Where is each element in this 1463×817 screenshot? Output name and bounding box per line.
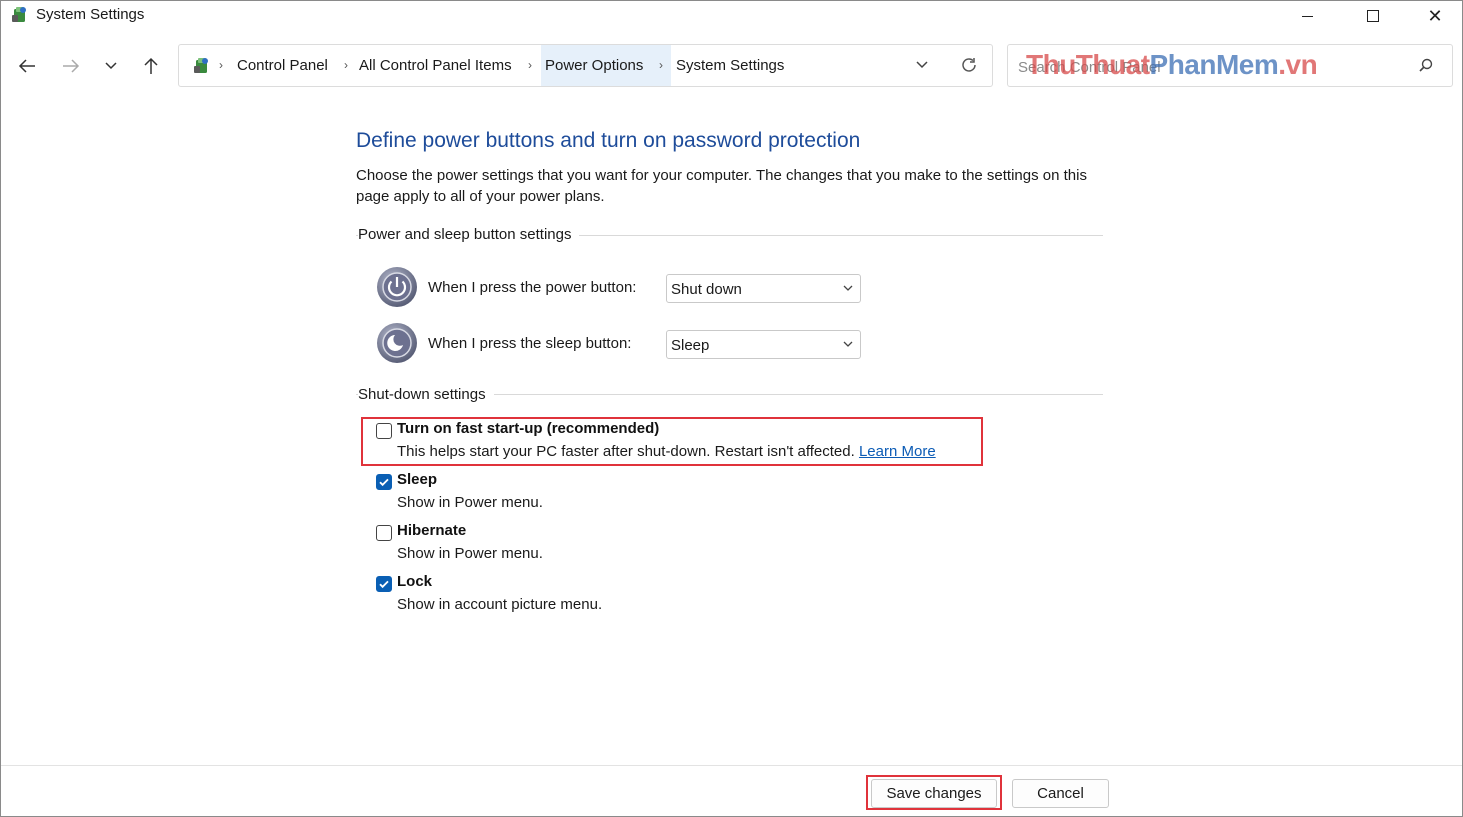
chevron-right-icon: › bbox=[219, 58, 223, 72]
up-button[interactable] bbox=[137, 52, 165, 80]
sleep-button-label: When I press the sleep button: bbox=[428, 335, 631, 352]
search-icon bbox=[1418, 57, 1434, 73]
chevron-right-icon: › bbox=[344, 58, 348, 72]
sleep-checkbox[interactable] bbox=[376, 474, 392, 490]
maximize-button[interactable] bbox=[1350, 1, 1396, 31]
lock-checkbox[interactable] bbox=[376, 576, 392, 592]
chevron-down-icon[interactable] bbox=[914, 56, 930, 72]
sleep-button-select[interactable]: Sleep bbox=[666, 330, 861, 359]
maximize-icon bbox=[1367, 10, 1379, 22]
chevron-down-icon bbox=[104, 61, 118, 71]
fast-startup-title: Turn on fast start-up (recommended) bbox=[397, 420, 659, 437]
minimize-icon bbox=[1302, 16, 1313, 17]
recent-locations-button[interactable] bbox=[97, 52, 125, 80]
hibernate-checkbox[interactable] bbox=[376, 525, 392, 541]
close-icon: ✕ bbox=[1427, 7, 1442, 25]
lock-option-title: Lock bbox=[397, 573, 432, 590]
forward-button[interactable] bbox=[57, 52, 85, 80]
breadcrumb-control-panel[interactable]: Control Panel bbox=[237, 57, 328, 74]
chevron-down-icon bbox=[842, 338, 854, 350]
fast-startup-checkbox[interactable] bbox=[376, 423, 392, 439]
power-button-icon bbox=[376, 266, 418, 308]
refresh-icon[interactable] bbox=[959, 55, 979, 75]
page-title: Define power buttons and turn on passwor… bbox=[356, 129, 860, 153]
arrow-right-icon bbox=[62, 58, 80, 74]
sleep-button-icon bbox=[376, 322, 418, 364]
learn-more-link[interactable]: Learn More bbox=[859, 443, 936, 460]
minimize-button[interactable] bbox=[1284, 1, 1330, 31]
power-button-label: When I press the power button: bbox=[428, 279, 636, 296]
breadcrumb-power-options[interactable]: Power Options bbox=[545, 57, 643, 74]
back-button[interactable] bbox=[13, 52, 41, 80]
address-bar[interactable]: › Control Panel › All Control Panel Item… bbox=[178, 44, 993, 87]
power-button-select-value: Shut down bbox=[671, 281, 742, 298]
hibernate-option-desc: Show in Power menu. bbox=[397, 545, 543, 562]
fast-startup-desc: This helps start your PC faster after sh… bbox=[397, 443, 936, 460]
sleep-button-select-value: Sleep bbox=[671, 337, 709, 354]
hibernate-option-title: Hibernate bbox=[397, 522, 466, 539]
search-box[interactable] bbox=[1007, 44, 1453, 87]
fast-startup-desc-text: This helps start your PC faster after sh… bbox=[397, 443, 855, 460]
window-title: System Settings bbox=[36, 6, 144, 23]
checkmark-icon bbox=[378, 578, 390, 590]
control-panel-icon bbox=[9, 5, 29, 25]
section-label-power: Power and sleep button settings bbox=[358, 226, 579, 243]
save-changes-button[interactable]: Save changes bbox=[871, 779, 997, 808]
search-input[interactable] bbox=[1016, 55, 1400, 79]
arrow-left-icon bbox=[18, 58, 36, 74]
breadcrumb-all-items[interactable]: All Control Panel Items bbox=[359, 57, 512, 74]
sleep-option-desc: Show in Power menu. bbox=[397, 494, 543, 511]
cancel-button[interactable]: Cancel bbox=[1012, 779, 1109, 808]
power-button-select[interactable]: Shut down bbox=[666, 274, 861, 303]
lock-option-desc: Show in account picture menu. bbox=[397, 596, 602, 613]
section-label-shutdown: Shut-down settings bbox=[358, 386, 494, 403]
title-bar: System Settings ✕ bbox=[1, 1, 1462, 31]
chevron-down-icon bbox=[842, 282, 854, 294]
chevron-right-icon: › bbox=[528, 58, 532, 72]
page-description: Choose the power settings that you want … bbox=[356, 165, 1101, 207]
chevron-right-icon: › bbox=[659, 58, 663, 72]
arrow-up-icon bbox=[143, 57, 159, 75]
system-settings-window: System Settings ✕ › Control Panel › All … bbox=[0, 0, 1463, 817]
checkmark-icon bbox=[378, 476, 390, 488]
sleep-option-title: Sleep bbox=[397, 471, 437, 488]
footer-divider bbox=[1, 765, 1462, 766]
control-panel-icon bbox=[191, 56, 211, 76]
close-button[interactable]: ✕ bbox=[1412, 1, 1458, 31]
breadcrumb-system-settings[interactable]: System Settings bbox=[676, 57, 784, 74]
